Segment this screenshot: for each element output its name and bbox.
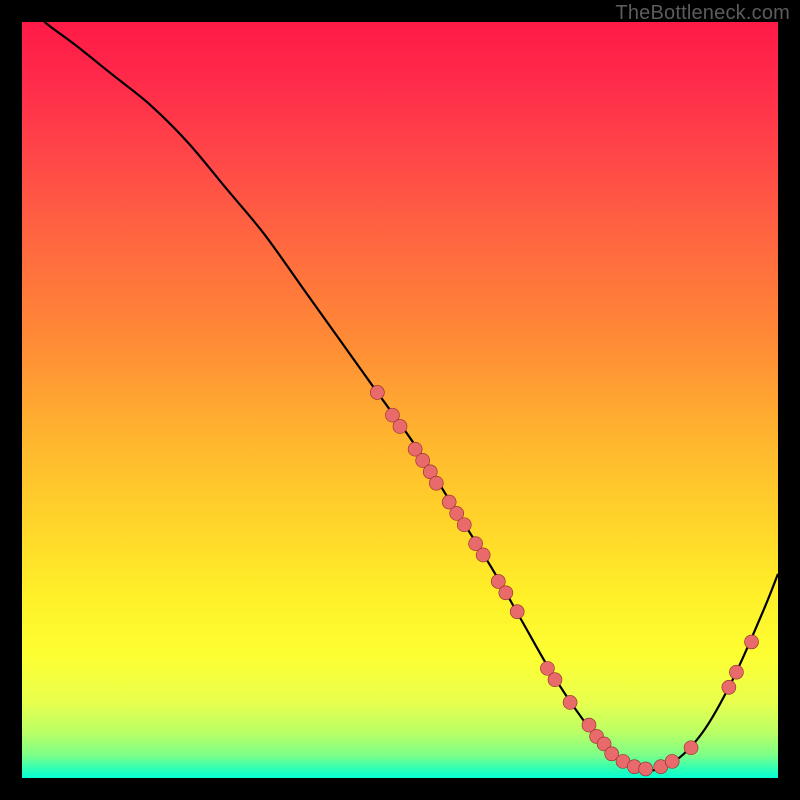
curve-marker-dot [429, 476, 443, 490]
curve-marker-dot [370, 385, 384, 399]
curve-marker-dot [639, 762, 653, 776]
curve-marker-dot [457, 518, 471, 532]
bottleneck-curve-line [22, 22, 778, 771]
curve-marker-dot [563, 695, 577, 709]
curve-marker-dot [684, 741, 698, 755]
curve-data-markers [370, 385, 758, 775]
curve-marker-dot [548, 673, 562, 687]
curve-marker-dot [510, 605, 524, 619]
curve-marker-dot [476, 548, 490, 562]
curve-marker-dot [745, 635, 759, 649]
curve-svg [22, 22, 778, 778]
curve-marker-dot [722, 680, 736, 694]
watermark-text: TheBottleneck.com [615, 2, 790, 25]
curve-marker-dot [393, 419, 407, 433]
curve-marker-dot [665, 754, 679, 768]
chart-plot-area [22, 22, 778, 778]
curve-marker-dot [499, 586, 513, 600]
curve-marker-dot [729, 665, 743, 679]
